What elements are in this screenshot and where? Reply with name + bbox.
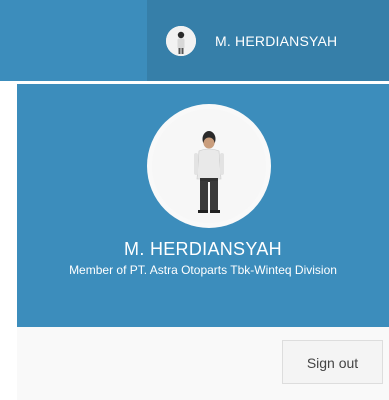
user-header-name: M. HERDIANSYAH [124, 239, 282, 259]
user-dropdown-menu: M. HERDIANSYAH Member of PT. Astra Otopa… [17, 81, 389, 400]
user-header: M. HERDIANSYAH Member of PT. Astra Otopa… [17, 84, 389, 327]
sign-out-button[interactable]: Sign out [282, 340, 383, 384]
user-avatar-small-icon [166, 25, 196, 56]
navbar-user-name: M. HERDIANSYAH [215, 32, 338, 49]
user-footer: Sign out [17, 327, 389, 400]
top-navbar: M. HERDIANSYAH [0, 0, 389, 81]
user-header-description: Member of PT. Astra Otoparts Tbk-Winteq … [69, 263, 337, 277]
user-menu-toggle[interactable]: M. HERDIANSYAH [147, 0, 389, 81]
user-avatar-large-icon [147, 104, 271, 228]
